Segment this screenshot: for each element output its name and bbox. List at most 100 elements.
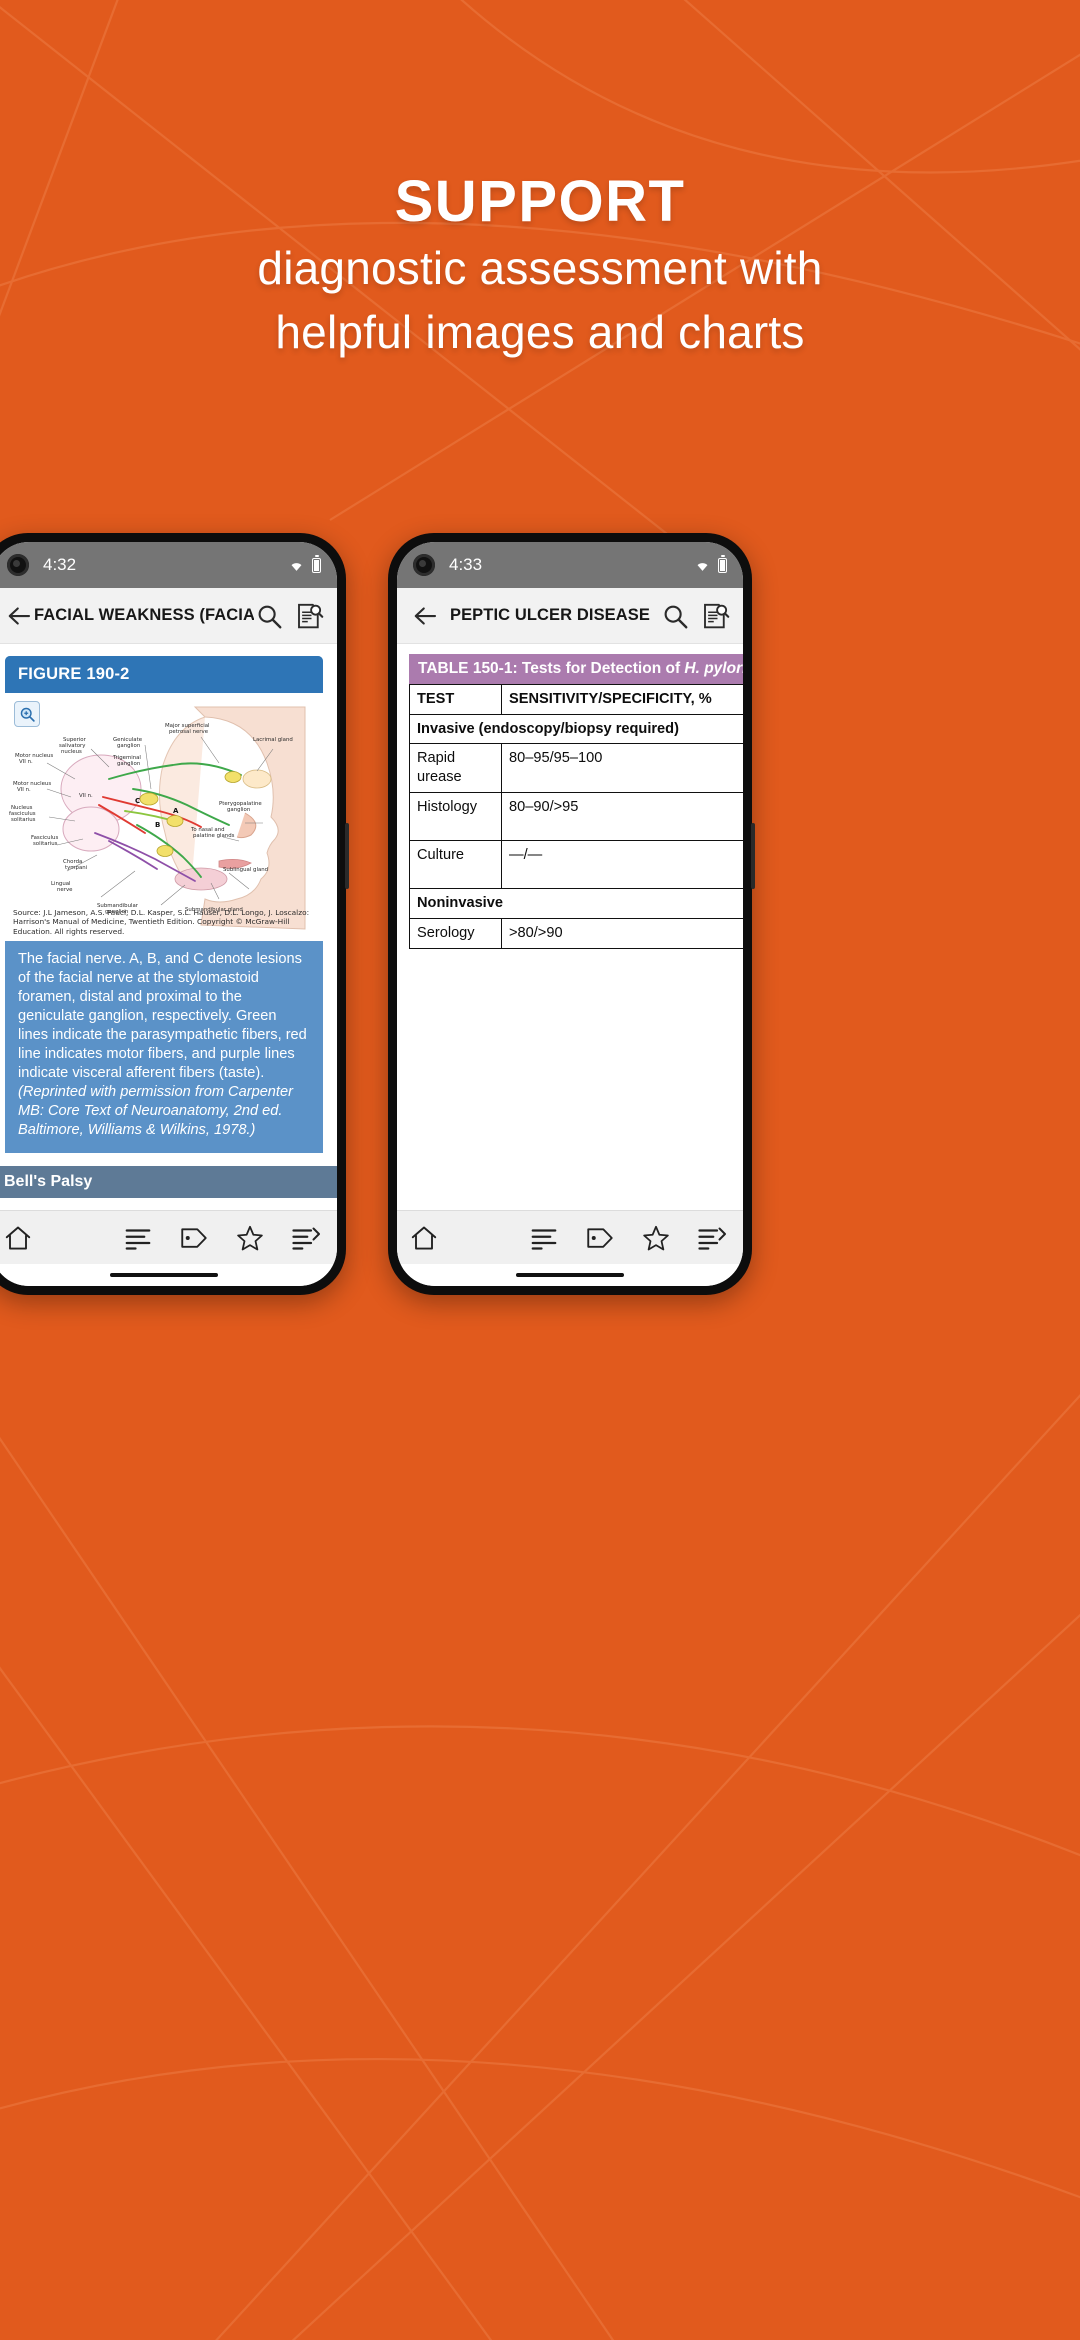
status-clock: 4:33	[449, 555, 483, 574]
table-title: TABLE 150-1: Tests for Detection of H. p…	[409, 654, 743, 684]
headline-line-2: diagnostic assessment with	[257, 242, 823, 295]
svg-text:nucleus: nucleus	[61, 749, 82, 755]
phone-screen-right: 4:33 PEPTIC ULCER DISEASE TABLE 150-1: T…	[397, 542, 743, 1286]
svg-text:C: C	[135, 797, 140, 805]
status-bar: 4:33	[397, 542, 743, 588]
bottom-nav-right-group	[123, 1223, 325, 1253]
document-search-icon[interactable]	[700, 601, 730, 631]
notes-list-icon[interactable]	[291, 1223, 321, 1253]
table-row: Histology 80–90/>95 Requires pathology p…	[409, 791, 743, 842]
table-row: Serology >80/>90 Inexpensive, convenient…	[409, 918, 743, 949]
tag-icon[interactable]	[585, 1223, 615, 1253]
table-row: Culture —/— Time consuming, expensive, d…	[409, 840, 743, 890]
section-header-bells-palsy: Bell's Palsy	[0, 1165, 337, 1198]
status-bar: 4:32	[0, 542, 337, 588]
article-content-left[interactable]: FIGURE 190-2 C B A Superior salivatory n…	[0, 644, 337, 1210]
cell-test: Histology	[409, 791, 502, 842]
svg-text:VII n.: VII n.	[79, 793, 93, 799]
cell-value: >80/>90	[501, 918, 743, 949]
document-search-icon[interactable]	[294, 601, 324, 631]
tag-icon[interactable]	[179, 1223, 209, 1253]
table-header-row: TEST SENSITIVITY/SPECIFICITY, % COMMENTS	[409, 684, 743, 715]
star-icon[interactable]	[641, 1223, 671, 1253]
svg-text:tympani: tympani	[65, 865, 87, 871]
app-toolbar: PEPTIC ULCER DISEASE	[397, 588, 743, 644]
svg-text:nerve: nerve	[57, 887, 73, 893]
phone-screen-left: 4:32 FACIAL WEAKNESS (FACIAL ...	[0, 542, 337, 1286]
bottom-navigation-right	[397, 1210, 743, 1264]
figure-caption-text: The facial nerve. A, B, and C denote les…	[18, 951, 307, 1081]
status-indicators	[288, 555, 321, 573]
star-icon[interactable]	[235, 1223, 265, 1253]
status-indicators	[694, 555, 727, 573]
wifi-icon	[697, 562, 708, 571]
page-title: PEPTIC ULCER DISEASE	[449, 606, 651, 624]
bottom-nav-right-group	[529, 1223, 731, 1253]
figure-source: Source: J.L Jameson, A.S. Fauci, D.L. Ka…	[13, 907, 310, 937]
status-clock: 4:32	[43, 555, 77, 574]
svg-text:Lacrimal gland: Lacrimal gland	[253, 737, 293, 743]
home-icon[interactable]	[3, 1223, 33, 1253]
svg-text:VII n.: VII n.	[19, 759, 33, 765]
punch-hole-camera-icon	[7, 554, 29, 576]
battery-icon	[718, 555, 727, 573]
phone-mockup-left: 4:32 FACIAL WEAKNESS (FACIAL ...	[0, 533, 349, 1295]
svg-text:ganglion: ganglion	[227, 807, 250, 813]
table-group-row: Invasive (endoscopy/biopsy required)	[409, 713, 743, 745]
svg-text:solitarius: solitarius	[33, 841, 58, 847]
page-title: FACIAL WEAKNESS (FACIAL ...	[34, 606, 254, 624]
zoom-in-icon[interactable]	[14, 701, 40, 727]
figure-caption-credit: (Reprinted with permission from Carpente…	[18, 1083, 293, 1138]
back-arrow-icon[interactable]	[410, 601, 440, 631]
cell-test: Rapid urease	[409, 743, 502, 793]
column-header-test: TEST	[409, 684, 502, 715]
table-title-prefix: TABLE 150-1: Tests for Detection of	[418, 660, 685, 677]
headline-line-1: SUPPORT	[394, 169, 686, 234]
notes-list-icon[interactable]	[697, 1223, 727, 1253]
figure-wrapper: FIGURE 190-2 C B A Superior salivatory n…	[0, 644, 337, 1153]
group-label-invasive: Invasive (endoscopy/biopsy required)	[409, 713, 743, 745]
table-row: Rapid urease 80–95/95–100 Simple, false …	[409, 743, 743, 793]
wifi-icon	[291, 562, 302, 571]
cell-test: Culture	[409, 840, 502, 890]
list-icon[interactable]	[123, 1223, 153, 1253]
group-label-noninvasive: Noninvasive	[409, 888, 743, 920]
figure-caption: The facial nerve. A, B, and C denote les…	[5, 941, 323, 1153]
search-icon[interactable]	[254, 601, 284, 631]
figure-header: FIGURE 190-2	[5, 656, 323, 693]
cell-value: —/—	[501, 840, 743, 890]
table-group-row: Noninvasive	[409, 888, 743, 920]
home-icon[interactable]	[409, 1223, 439, 1253]
gesture-bar	[397, 1264, 743, 1286]
svg-text:Sublingual gland: Sublingual gland	[223, 867, 268, 873]
facial-nerve-diagram: C B A Superiorsalivatorynucleus Genicula…	[5, 693, 323, 941]
section-body-bells-palsy: Most common form of idiopathic facial pa…	[0, 1198, 337, 1210]
svg-text:palatine glands: palatine glands	[193, 833, 235, 839]
back-arrow-icon[interactable]	[4, 601, 34, 631]
app-toolbar: FACIAL WEAKNESS (FACIAL ...	[0, 588, 337, 644]
table-title-italic: H. pylori	[684, 660, 743, 677]
svg-text:ganglion: ganglion	[117, 761, 140, 767]
figure-image[interactable]: C B A Superior salivatory nucleus Genicu…	[5, 693, 323, 941]
svg-text:ganglion: ganglion	[117, 743, 140, 749]
table-wrapper[interactable]: TABLE 150-1: Tests for Detection of H. p…	[397, 644, 743, 949]
cell-value: 80–95/95–100	[501, 743, 743, 793]
phone-mockup-right: 4:33 PEPTIC ULCER DISEASE TABLE 150-1: T…	[388, 533, 755, 1295]
cell-value: 80–90/>95	[501, 791, 743, 842]
list-icon[interactable]	[529, 1223, 559, 1253]
article-content-right[interactable]: TABLE 150-1: Tests for Detection of H. p…	[397, 644, 743, 1210]
hero-headline: SUPPORT diagnostic assessment with helpf…	[0, 172, 1080, 358]
svg-text:B: B	[155, 821, 160, 829]
search-icon[interactable]	[660, 601, 690, 631]
column-header-sensitivity: SENSITIVITY/SPECIFICITY, %	[501, 684, 743, 715]
gesture-bar	[0, 1264, 337, 1286]
svg-text:petrosal nerve: petrosal nerve	[169, 729, 209, 735]
svg-text:A: A	[173, 807, 179, 815]
h-pylori-tests-table: TEST SENSITIVITY/SPECIFICITY, % COMMENTS…	[409, 684, 743, 949]
figure-card: FIGURE 190-2 C B A Superior salivatory n…	[5, 656, 323, 1153]
svg-text:solitarius: solitarius	[11, 817, 36, 823]
svg-text:VII n.: VII n.	[17, 787, 31, 793]
bottom-navigation-left	[0, 1210, 337, 1264]
headline-line-3: helpful images and charts	[275, 305, 805, 358]
cell-test: Serology	[409, 918, 502, 949]
